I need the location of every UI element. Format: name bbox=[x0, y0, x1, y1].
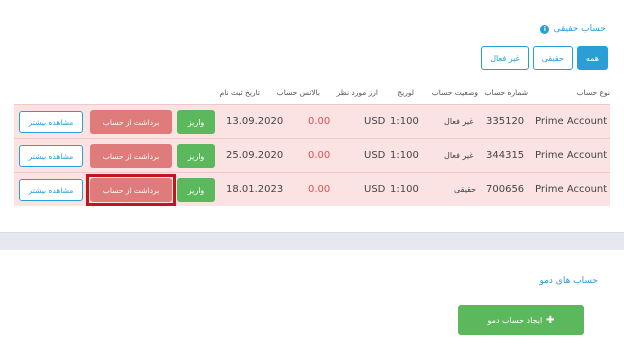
info-icon[interactable]: i bbox=[540, 24, 550, 34]
table-row: مشاهده بیشتر برداشت از حساب واریز 18.01.… bbox=[14, 172, 610, 206]
col-account-number: شماره حساب bbox=[484, 88, 528, 97]
balance-cell: 0.00 bbox=[308, 184, 331, 195]
currency-cell: USD bbox=[364, 116, 386, 127]
table-row: مشاهده بیشتر برداشت از حساب واریز 13.09.… bbox=[14, 104, 610, 138]
withdraw-button[interactable]: برداشت از حساب bbox=[90, 144, 172, 168]
currency-cell: USD bbox=[364, 150, 386, 161]
filter-inactive-button[interactable]: غیر فعال bbox=[481, 46, 529, 70]
demo-accounts-card: حساب های دمو ✚ ایجاد حساب دمو bbox=[0, 250, 624, 362]
col-account-type: نوع حساب bbox=[576, 88, 611, 97]
balance-cell: 0.00 bbox=[308, 116, 331, 127]
account-number-cell: 344315 bbox=[486, 150, 525, 161]
real-accounts-title: حساب حقیقی i bbox=[540, 24, 606, 34]
view-more-button[interactable]: مشاهده بیشتر bbox=[19, 111, 83, 133]
status-cell: غیر فعال bbox=[444, 151, 474, 160]
leverage-cell: 1:100 bbox=[390, 116, 419, 127]
status-cell: حقیقی bbox=[454, 185, 477, 194]
deposit-button[interactable]: واریز bbox=[177, 178, 215, 202]
leverage-cell: 1:100 bbox=[390, 150, 419, 161]
account-number-cell: 335120 bbox=[486, 116, 525, 127]
view-more-button[interactable]: مشاهده بیشتر bbox=[19, 145, 83, 167]
reg-date-cell: 13.09.2020 bbox=[226, 116, 284, 127]
account-type-cell: Prime Account bbox=[535, 150, 608, 161]
create-demo-account-button[interactable]: ✚ ایجاد حساب دمو bbox=[458, 305, 584, 335]
create-demo-label: ایجاد حساب دمو bbox=[487, 315, 543, 325]
account-filter-group: همه حقیقی غیر فعال bbox=[481, 46, 608, 70]
table-header: نوع حساب شماره حساب وضعیت حساب لوریج ارز… bbox=[14, 84, 610, 102]
status-cell: غیر فعال bbox=[444, 117, 474, 126]
reg-date-cell: 25.09.2020 bbox=[226, 150, 284, 161]
filter-all-button[interactable]: همه bbox=[576, 46, 608, 70]
plus-icon: ✚ bbox=[546, 314, 555, 326]
withdraw-button[interactable]: برداشت از حساب bbox=[90, 110, 172, 134]
col-currency: ارز مورد نظر bbox=[336, 88, 378, 97]
col-leverage: لوریج bbox=[397, 88, 414, 97]
col-balance: بالانس حساب bbox=[276, 88, 320, 97]
account-type-cell: Prime Account bbox=[535, 116, 608, 127]
account-type-cell: Prime Account bbox=[535, 184, 608, 195]
balance-cell: 0.00 bbox=[308, 150, 331, 161]
col-status: وضعیت حساب bbox=[431, 88, 478, 97]
table-row: مشاهده بیشتر برداشت از حساب واریز 25.09.… bbox=[14, 138, 610, 172]
withdraw-button[interactable]: برداشت از حساب bbox=[90, 178, 172, 202]
view-more-button[interactable]: مشاهده بیشتر bbox=[19, 179, 83, 201]
section-divider bbox=[0, 233, 624, 250]
currency-cell: USD bbox=[364, 184, 386, 195]
filter-real-button[interactable]: حقیقی bbox=[532, 46, 573, 70]
col-reg-date: تاریخ ثبت نام bbox=[219, 88, 260, 97]
section-title-text: حساب حقیقی bbox=[553, 24, 606, 34]
account-number-cell: 700656 bbox=[486, 184, 525, 195]
demo-accounts-title: حساب های دمو bbox=[539, 276, 598, 286]
deposit-button[interactable]: واریز bbox=[177, 144, 215, 168]
real-accounts-card: حساب حقیقی i همه حقیقی غیر فعال نوع حساب… bbox=[0, 0, 624, 233]
leverage-cell: 1:100 bbox=[390, 184, 419, 195]
deposit-button[interactable]: واریز bbox=[177, 110, 215, 134]
reg-date-cell: 18.01.2023 bbox=[226, 184, 284, 195]
